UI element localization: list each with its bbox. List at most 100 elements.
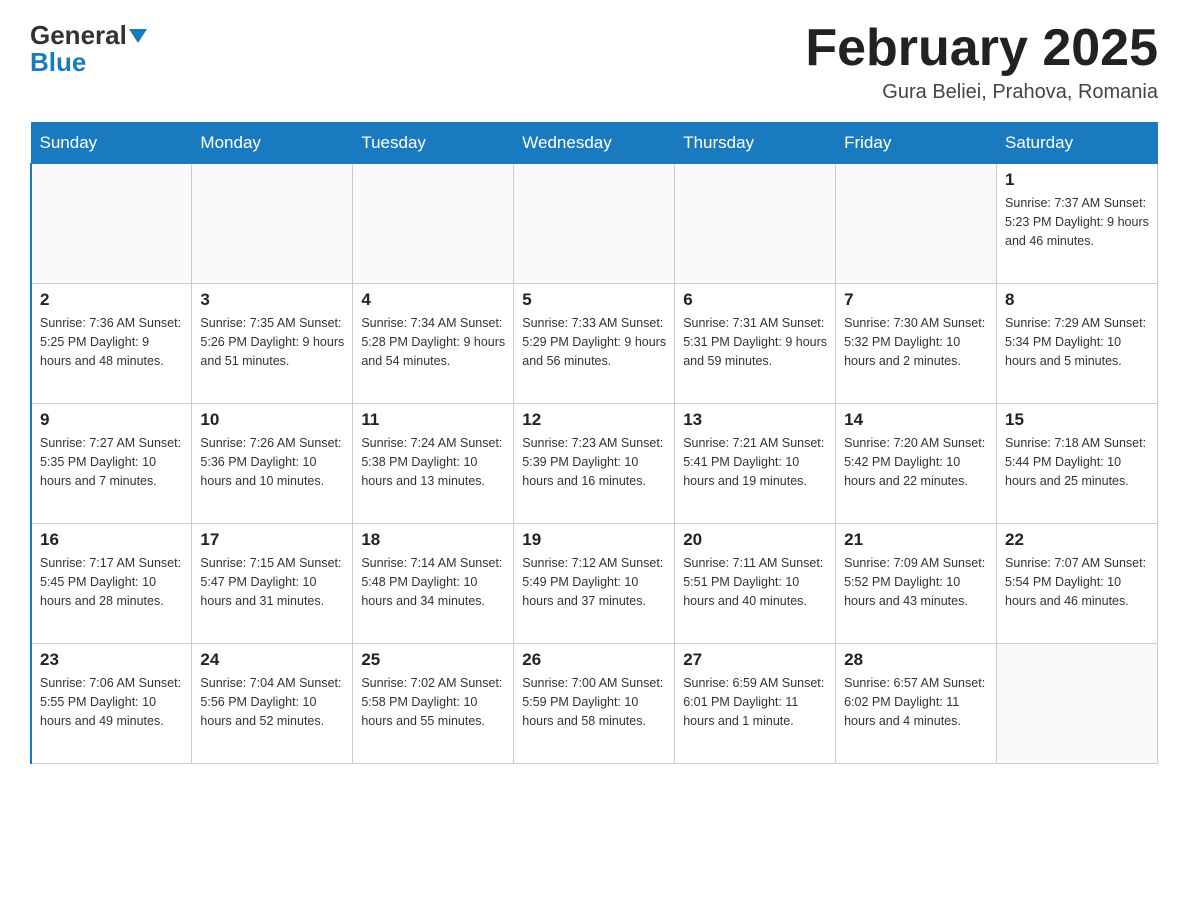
- calendar-cell: 20 Sunrise: 7:11 AM Sunset: 5:51 PM Dayli…: [675, 524, 836, 644]
- day-number: 27: [683, 650, 827, 670]
- day-number: 4: [361, 290, 505, 310]
- header-day-friday: Friday: [836, 123, 997, 164]
- header-day-wednesday: Wednesday: [514, 123, 675, 164]
- week-row-1: 1 Sunrise: 7:37 AM Sunset: 5:23 PM Daylig…: [31, 164, 1158, 284]
- header-day-sunday: Sunday: [31, 123, 192, 164]
- calendar-cell: 25Sunrise: 7:02 AM Sunset: 5:58 PM Dayli…: [353, 644, 514, 764]
- logo-line2: Blue: [30, 47, 86, 78]
- calendar-cell: 26Sunrise: 7:00 AM Sunset: 5:59 PM Dayli…: [514, 644, 675, 764]
- day-number: 23: [40, 650, 183, 670]
- calendar-cell: 8 Sunrise: 7:29 AM Sunset: 5:34 PM Daylig…: [997, 284, 1158, 404]
- calendar-cell: 13 Sunrise: 7:21 AM Sunset: 5:41 PM Dayli…: [675, 404, 836, 524]
- day-number: 9: [40, 410, 183, 430]
- calendar-cell: [836, 164, 997, 284]
- calendar-header: SundayMondayTuesdayWednesdayThursdayFrid…: [31, 123, 1158, 164]
- day-number: 21: [844, 530, 988, 550]
- calendar-cell: 9 Sunrise: 7:27 AM Sunset: 5:35 PM Daylig…: [31, 404, 192, 524]
- week-row-2: 2 Sunrise: 7:36 AM Sunset: 5:25 PM Daylig…: [31, 284, 1158, 404]
- calendar-table: SundayMondayTuesdayWednesdayThursdayFrid…: [30, 122, 1158, 764]
- header-day-thursday: Thursday: [675, 123, 836, 164]
- day-number: 18: [361, 530, 505, 550]
- calendar-cell: 6Sunrise: 7:31 AM Sunset: 5:31 PM Daylig…: [675, 284, 836, 404]
- calendar-cell: [31, 164, 192, 284]
- day-number: 10: [200, 410, 344, 430]
- day-number: 13: [683, 410, 827, 430]
- day-info: Sunrise: 7:04 AM Sunset: 5:56 PM Dayligh…: [200, 674, 344, 730]
- day-info: Sunrise: 6:57 AM Sunset: 6:02 PM Dayligh…: [844, 674, 988, 730]
- day-info: Sunrise: 7:24 AM Sunset: 5:38 PM Dayligh…: [361, 434, 505, 490]
- day-number: 20: [683, 530, 827, 550]
- week-row-5: 23 Sunrise: 7:06 AM Sunset: 5:55 PM Dayli…: [31, 644, 1158, 764]
- header-row: SundayMondayTuesdayWednesdayThursdayFrid…: [31, 123, 1158, 164]
- day-info: Sunrise: 6:59 AM Sunset: 6:01 PM Dayligh…: [683, 674, 827, 730]
- day-info: Sunrise: 7:37 AM Sunset: 5:23 PM Dayligh…: [1005, 194, 1149, 250]
- calendar-cell: [514, 164, 675, 284]
- day-number: 2: [40, 290, 183, 310]
- header-day-saturday: Saturday: [997, 123, 1158, 164]
- day-info: Sunrise: 7:30 AM Sunset: 5:32 PM Dayligh…: [844, 314, 988, 370]
- title-block: February 2025 Gura Beliei, Prahova, Roma…: [805, 20, 1158, 104]
- calendar-cell: [997, 644, 1158, 764]
- logo: General Blue: [30, 20, 147, 78]
- day-number: 19: [522, 530, 666, 550]
- day-number: 14: [844, 410, 988, 430]
- calendar-cell: 14 Sunrise: 7:20 AM Sunset: 5:42 PM Dayli…: [836, 404, 997, 524]
- day-number: 16: [40, 530, 183, 550]
- calendar-cell: 3 Sunrise: 7:35 AM Sunset: 5:26 PM Daylig…: [192, 284, 353, 404]
- week-row-3: 9 Sunrise: 7:27 AM Sunset: 5:35 PM Daylig…: [31, 404, 1158, 524]
- calendar-cell: [353, 164, 514, 284]
- day-info: Sunrise: 7:09 AM Sunset: 5:52 PM Dayligh…: [844, 554, 988, 610]
- calendar-cell: 2 Sunrise: 7:36 AM Sunset: 5:25 PM Daylig…: [31, 284, 192, 404]
- calendar-cell: 19 Sunrise: 7:12 AM Sunset: 5:49 PM Dayli…: [514, 524, 675, 644]
- day-info: Sunrise: 7:33 AM Sunset: 5:29 PM Dayligh…: [522, 314, 666, 370]
- location-title: Gura Beliei, Prahova, Romania: [805, 81, 1158, 104]
- day-number: 28: [844, 650, 988, 670]
- day-number: 1: [1005, 170, 1149, 190]
- day-info: Sunrise: 7:36 AM Sunset: 5:25 PM Dayligh…: [40, 314, 183, 370]
- day-info: Sunrise: 7:18 AM Sunset: 5:44 PM Dayligh…: [1005, 434, 1149, 490]
- day-number: 12: [522, 410, 666, 430]
- calendar-cell: 18Sunrise: 7:14 AM Sunset: 5:48 PM Dayli…: [353, 524, 514, 644]
- day-number: 6: [683, 290, 827, 310]
- day-info: Sunrise: 7:35 AM Sunset: 5:26 PM Dayligh…: [200, 314, 344, 370]
- calendar-cell: 5 Sunrise: 7:33 AM Sunset: 5:29 PM Daylig…: [514, 284, 675, 404]
- calendar-cell: 1 Sunrise: 7:37 AM Sunset: 5:23 PM Daylig…: [997, 164, 1158, 284]
- calendar-body: 1 Sunrise: 7:37 AM Sunset: 5:23 PM Daylig…: [31, 164, 1158, 764]
- day-info: Sunrise: 7:29 AM Sunset: 5:34 PM Dayligh…: [1005, 314, 1149, 370]
- day-info: Sunrise: 7:26 AM Sunset: 5:36 PM Dayligh…: [200, 434, 344, 490]
- day-info: Sunrise: 7:12 AM Sunset: 5:49 PM Dayligh…: [522, 554, 666, 610]
- day-info: Sunrise: 7:20 AM Sunset: 5:42 PM Dayligh…: [844, 434, 988, 490]
- day-info: Sunrise: 7:21 AM Sunset: 5:41 PM Dayligh…: [683, 434, 827, 490]
- calendar-cell: [675, 164, 836, 284]
- day-number: 24: [200, 650, 344, 670]
- month-title: February 2025: [805, 20, 1158, 77]
- calendar-cell: 17Sunrise: 7:15 AM Sunset: 5:47 PM Dayli…: [192, 524, 353, 644]
- calendar-cell: 21 Sunrise: 7:09 AM Sunset: 5:52 PM Dayli…: [836, 524, 997, 644]
- page-header: General Blue February 2025 Gura Beliei, …: [30, 20, 1158, 104]
- day-info: Sunrise: 7:27 AM Sunset: 5:35 PM Dayligh…: [40, 434, 183, 490]
- day-info: Sunrise: 7:11 AM Sunset: 5:51 PM Dayligh…: [683, 554, 827, 610]
- header-day-monday: Monday: [192, 123, 353, 164]
- calendar-cell: 4 Sunrise: 7:34 AM Sunset: 5:28 PM Daylig…: [353, 284, 514, 404]
- day-number: 11: [361, 410, 505, 430]
- calendar-cell: 12 Sunrise: 7:23 AM Sunset: 5:39 PM Dayli…: [514, 404, 675, 524]
- day-info: Sunrise: 7:23 AM Sunset: 5:39 PM Dayligh…: [522, 434, 666, 490]
- week-row-4: 16 Sunrise: 7:17 AM Sunset: 5:45 PM Dayli…: [31, 524, 1158, 644]
- day-number: 17: [200, 530, 344, 550]
- day-number: 7: [844, 290, 988, 310]
- calendar-cell: [192, 164, 353, 284]
- day-info: Sunrise: 7:17 AM Sunset: 5:45 PM Dayligh…: [40, 554, 183, 610]
- day-number: 8: [1005, 290, 1149, 310]
- header-day-tuesday: Tuesday: [353, 123, 514, 164]
- calendar-cell: 27 Sunrise: 6:59 AM Sunset: 6:01 PM Dayli…: [675, 644, 836, 764]
- calendar-cell: 11 Sunrise: 7:24 AM Sunset: 5:38 PM Dayli…: [353, 404, 514, 524]
- calendar-cell: 23 Sunrise: 7:06 AM Sunset: 5:55 PM Dayli…: [31, 644, 192, 764]
- day-number: 26: [522, 650, 666, 670]
- day-number: 3: [200, 290, 344, 310]
- day-number: 5: [522, 290, 666, 310]
- day-info: Sunrise: 7:06 AM Sunset: 5:55 PM Dayligh…: [40, 674, 183, 730]
- day-info: Sunrise: 7:02 AM Sunset: 5:58 PM Dayligh…: [361, 674, 505, 730]
- calendar-cell: 15Sunrise: 7:18 AM Sunset: 5:44 PM Dayli…: [997, 404, 1158, 524]
- calendar-cell: 24 Sunrise: 7:04 AM Sunset: 5:56 PM Dayli…: [192, 644, 353, 764]
- day-info: Sunrise: 7:34 AM Sunset: 5:28 PM Dayligh…: [361, 314, 505, 370]
